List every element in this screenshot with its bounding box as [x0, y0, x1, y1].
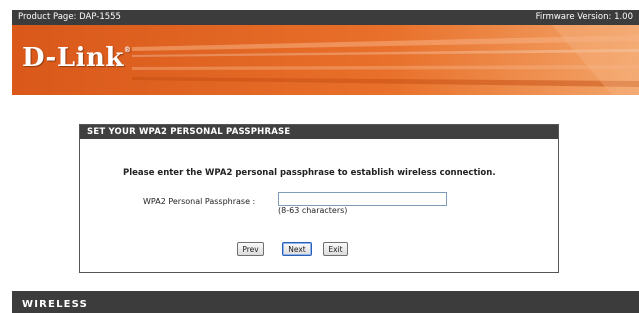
- brand-banner: D-Link®: [12, 25, 639, 95]
- next-button[interactable]: Next: [282, 242, 312, 256]
- passphrase-label: WPA2 Personal Passphrase :: [143, 197, 256, 206]
- wizard-title: SET YOUR WPA2 PERSONAL PASSPHRASE: [80, 125, 558, 139]
- trademark-mark: ®: [123, 45, 132, 54]
- passphrase-input[interactable]: [278, 192, 447, 206]
- dlink-logo-text: D-Link: [22, 43, 124, 73]
- product-page-label: Product Page: DAP-1555: [18, 12, 121, 22]
- prev-button[interactable]: Prev: [237, 242, 264, 256]
- passphrase-hint: (8-63 characters): [278, 206, 348, 215]
- exit-button[interactable]: Exit: [323, 242, 348, 256]
- firmware-version-label: Firmware Version: 1.00: [535, 12, 633, 22]
- wireless-label: WIRELESS: [22, 299, 89, 310]
- top-info-bar: Product Page: DAP-1555 Firmware Version:…: [12, 10, 639, 25]
- dlink-logo: D-Link®: [22, 43, 131, 73]
- wizard-instruction: Please enter the WPA2 personal passphras…: [123, 168, 496, 178]
- passphrase-wizard-panel: SET YOUR WPA2 PERSONAL PASSPHRASE Please…: [79, 124, 559, 273]
- footer-bar: WIRELESS: [12, 291, 639, 313]
